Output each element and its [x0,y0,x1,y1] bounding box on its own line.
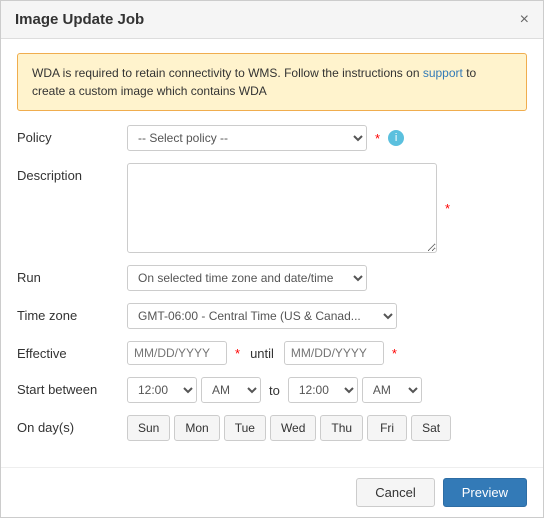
effective-date-input[interactable] [127,341,227,365]
day-buttons-container: SunMonTueWedThuFriSat [127,415,451,441]
policy-control: -- Select policy -- * i [127,125,527,151]
start-time2-select[interactable]: 12:00 [288,377,358,403]
dialog-body: WDA is required to retain connectivity t… [1,39,543,467]
timezone-row: Time zone GMT-06:00 - Central Time (US &… [17,303,527,329]
run-row: Run On selected time zone and date/time [17,265,527,291]
info-icon[interactable]: i [388,130,404,146]
ampm1-select[interactable]: AM [201,377,261,403]
start-between-row: Start between 12:00 AM to 12:00 AM [17,377,527,403]
timezone-control: GMT-06:00 - Central Time (US & Canad... [127,303,527,329]
start-time1-select[interactable]: 12:00 [127,377,197,403]
until-date-input[interactable] [284,341,384,365]
support-link[interactable]: support [423,66,463,80]
timezone-label: Time zone [17,303,127,323]
description-textarea[interactable] [127,163,437,253]
on-days-control: SunMonTueWedThuFriSat [127,415,527,441]
description-label: Description [17,163,127,183]
run-label: Run [17,265,127,285]
day-button-tue[interactable]: Tue [224,415,266,441]
preview-button[interactable]: Preview [443,478,527,507]
effective-label: Effective [17,341,127,361]
day-button-sun[interactable]: Sun [127,415,170,441]
dialog-header: Image Update Job × [1,1,543,39]
start-between-control: 12:00 AM to 12:00 AM [127,377,527,403]
cancel-button[interactable]: Cancel [356,478,434,507]
day-button-mon[interactable]: Mon [174,415,219,441]
day-button-wed[interactable]: Wed [270,415,316,441]
policy-label: Policy [17,125,127,145]
description-row: Description * [17,163,527,253]
policy-select[interactable]: -- Select policy -- [127,125,367,151]
effective-row: Effective * until * [17,341,527,365]
until-label: until [250,346,274,361]
alert-text-before: WDA is required to retain connectivity t… [32,66,423,80]
day-button-fri[interactable]: Fri [367,415,407,441]
run-control: On selected time zone and date/time [127,265,527,291]
close-button[interactable]: × [520,12,529,28]
on-days-label: On day(s) [17,415,127,435]
day-button-thu[interactable]: Thu [320,415,363,441]
ampm2-select[interactable]: AM [362,377,422,403]
description-control: * [127,163,527,253]
dialog-footer: Cancel Preview [1,467,543,517]
effective-required: * [235,346,240,361]
effective-control: * until * [127,341,527,365]
description-required: * [445,201,450,216]
policy-row: Policy -- Select policy -- * i [17,125,527,151]
run-select[interactable]: On selected time zone and date/time [127,265,367,291]
alert-box: WDA is required to retain connectivity t… [17,53,527,111]
policy-required: * [375,131,380,146]
image-update-job-dialog: Image Update Job × WDA is required to re… [0,0,544,518]
day-button-sat[interactable]: Sat [411,415,451,441]
start-between-label: Start between [17,377,127,397]
on-days-row: On day(s) SunMonTueWedThuFriSat [17,415,527,441]
to-label: to [269,383,280,398]
timezone-select[interactable]: GMT-06:00 - Central Time (US & Canad... [127,303,397,329]
dialog-title: Image Update Job [15,11,144,28]
until-required: * [392,346,397,361]
